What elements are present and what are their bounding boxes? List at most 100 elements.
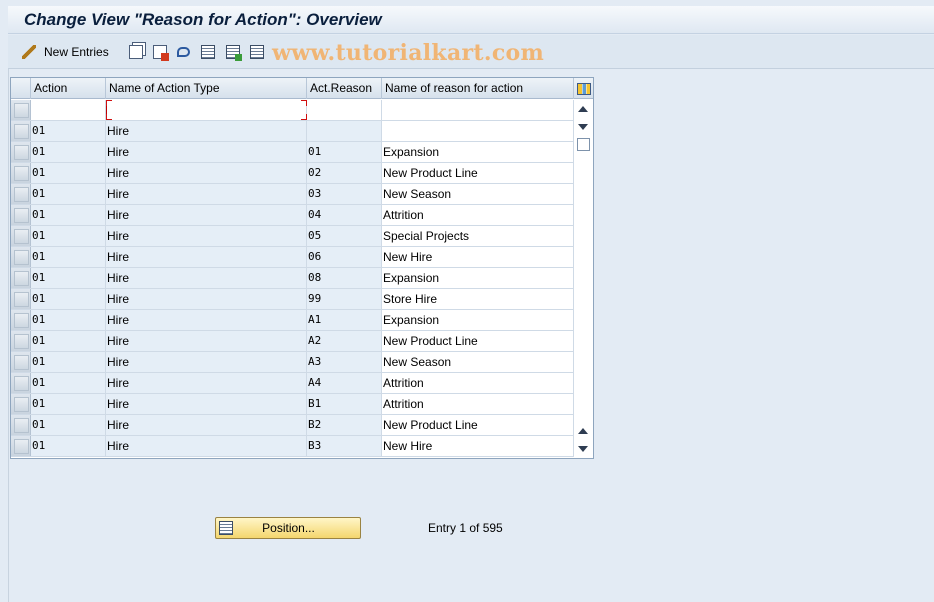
cell-reason-name[interactable]: New Season (382, 184, 574, 204)
row-selector[interactable] (11, 415, 31, 435)
cell-action[interactable] (31, 100, 106, 120)
cell-reason-name[interactable]: Expansion (382, 268, 574, 288)
cell-action[interactable]: 01 (31, 268, 106, 288)
cell-reason-name[interactable]: Attrition (382, 373, 574, 393)
row-selector[interactable] (11, 121, 31, 141)
cell-act-reason[interactable] (307, 121, 382, 141)
cell-act-reason[interactable]: B2 (307, 415, 382, 435)
cell-act-reason[interactable] (307, 100, 382, 120)
row-selector[interactable] (11, 226, 31, 246)
row-selector[interactable] (11, 394, 31, 414)
cell-act-reason[interactable]: 04 (307, 205, 382, 225)
cell-reason-name[interactable]: New Product Line (382, 163, 574, 183)
copy-as-button[interactable] (129, 44, 143, 60)
cell-action[interactable]: 01 (31, 247, 106, 267)
column-header-act-reason[interactable]: Act.Reason (307, 78, 382, 99)
cell-action-type-name[interactable]: Hire (106, 289, 307, 309)
vertical-scrollbar[interactable] (574, 100, 593, 458)
scroll-up-icon[interactable] (578, 428, 588, 434)
cell-action[interactable]: 01 (31, 184, 106, 204)
display-change-button[interactable]: New Entries (22, 44, 109, 60)
cell-reason-name[interactable]: New Season (382, 352, 574, 372)
cell-action[interactable]: 01 (31, 289, 106, 309)
cell-act-reason[interactable]: 06 (307, 247, 382, 267)
cell-action[interactable]: 01 (31, 226, 106, 246)
row-selector[interactable] (11, 184, 31, 204)
column-header-reason-name[interactable]: Name of reason for action (382, 78, 574, 99)
cell-action-type-name[interactable]: Hire (106, 184, 307, 204)
cell-act-reason[interactable]: 08 (307, 268, 382, 288)
cell-action-type-name[interactable]: Hire (106, 352, 307, 372)
cell-reason-name[interactable]: Special Projects (382, 226, 574, 246)
row-selector[interactable] (11, 373, 31, 393)
cell-reason-name[interactable] (382, 121, 574, 141)
row-selector[interactable] (11, 331, 31, 351)
cell-action-type-name[interactable] (106, 100, 307, 120)
cell-reason-name[interactable]: Attrition (382, 394, 574, 414)
cell-action[interactable]: 01 (31, 331, 106, 351)
position-button[interactable]: Position... (215, 517, 361, 539)
cell-act-reason[interactable]: 03 (307, 184, 382, 204)
cell-action-type-name[interactable]: Hire (106, 331, 307, 351)
cell-action-type-name[interactable]: Hire (106, 121, 307, 141)
cell-action[interactable]: 01 (31, 394, 106, 414)
table-settings-button[interactable] (574, 78, 593, 99)
cell-action-type-name[interactable]: Hire (106, 142, 307, 162)
cell-act-reason[interactable]: A2 (307, 331, 382, 351)
cell-action[interactable]: 01 (31, 436, 106, 456)
cell-action-type-name[interactable]: Hire (106, 373, 307, 393)
cell-action[interactable]: 01 (31, 205, 106, 225)
select-all-rows-header[interactable] (11, 78, 31, 99)
scroll-down-icon[interactable] (578, 446, 588, 452)
cell-action-type-name[interactable]: Hire (106, 415, 307, 435)
row-selector[interactable] (11, 268, 31, 288)
cell-act-reason[interactable]: B3 (307, 436, 382, 456)
cell-act-reason[interactable]: A3 (307, 352, 382, 372)
column-header-action[interactable]: Action (31, 78, 106, 99)
cell-action-type-name[interactable]: Hire (106, 436, 307, 456)
cell-act-reason[interactable]: 01 (307, 142, 382, 162)
select-all-button[interactable] (201, 44, 215, 60)
delete-button[interactable] (153, 44, 169, 61)
row-selector[interactable] (11, 142, 31, 162)
cell-action[interactable]: 01 (31, 373, 106, 393)
cell-action[interactable]: 01 (31, 163, 106, 183)
cell-action[interactable]: 01 (31, 142, 106, 162)
cell-action[interactable]: 01 (31, 310, 106, 330)
cell-act-reason[interactable]: A4 (307, 373, 382, 393)
cell-reason-name[interactable]: New Product Line (382, 415, 574, 435)
cell-action-type-name[interactable]: Hire (106, 268, 307, 288)
cell-reason-name[interactable]: New Hire (382, 436, 574, 456)
select-block-button[interactable] (226, 44, 242, 61)
scroll-page-down-icon[interactable] (578, 124, 588, 130)
cell-act-reason[interactable]: 02 (307, 163, 382, 183)
cell-act-reason[interactable]: 05 (307, 226, 382, 246)
cell-act-reason[interactable]: B1 (307, 394, 382, 414)
cell-reason-name[interactable]: Attrition (382, 205, 574, 225)
cell-action-type-name[interactable]: Hire (106, 226, 307, 246)
scroll-thumb[interactable] (577, 138, 590, 151)
row-selector[interactable] (11, 163, 31, 183)
scroll-page-up-icon[interactable] (578, 106, 588, 112)
row-selector[interactable] (11, 289, 31, 309)
cell-action-type-name[interactable]: Hire (106, 163, 307, 183)
cell-reason-name[interactable] (382, 100, 574, 120)
deselect-all-button[interactable] (250, 44, 264, 60)
row-selector[interactable] (11, 352, 31, 372)
cell-action[interactable]: 01 (31, 352, 106, 372)
cell-action-type-name[interactable]: Hire (106, 247, 307, 267)
row-selector[interactable] (11, 100, 31, 120)
cell-action[interactable]: 01 (31, 121, 106, 141)
undo-change-button[interactable] (177, 44, 190, 60)
new-entries-button[interactable]: New Entries (44, 45, 109, 59)
cell-act-reason[interactable]: A1 (307, 310, 382, 330)
cell-reason-name[interactable]: New Product Line (382, 331, 574, 351)
row-selector[interactable] (11, 436, 31, 456)
cell-action-type-name[interactable]: Hire (106, 310, 307, 330)
cell-reason-name[interactable]: Expansion (382, 142, 574, 162)
row-selector[interactable] (11, 205, 31, 225)
cell-action[interactable]: 01 (31, 415, 106, 435)
cell-reason-name[interactable]: New Hire (382, 247, 574, 267)
column-header-action-type-name[interactable]: Name of Action Type (106, 78, 307, 99)
row-selector[interactable] (11, 247, 31, 267)
